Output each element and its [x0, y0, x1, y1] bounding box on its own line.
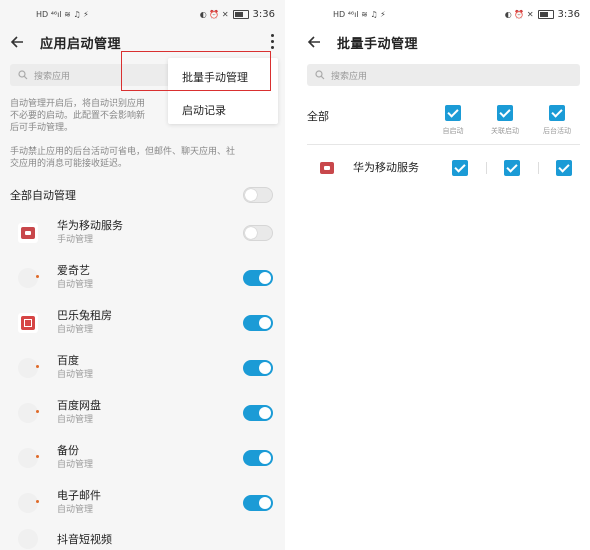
col-associated-start[interactable]: 关联启动 — [479, 105, 531, 136]
list-item[interactable]: 华为移动服务 手动管理 — [0, 210, 285, 255]
app-toggle[interactable] — [243, 314, 273, 331]
search-placeholder: 搜索应用 — [34, 71, 71, 82]
app-name: 百度 — [57, 353, 79, 367]
col-background[interactable]: 后台活动 — [531, 105, 583, 136]
signal-icons: HD ⁴⁶ıl ≋ ♫ ⚡ — [36, 9, 89, 19]
separator — [538, 162, 539, 174]
status-bar: HD ⁴⁶ıl ≋ ♫ ⚡ ◐ ⏰ ✕ 3:36 — [297, 0, 590, 28]
app-name: 抖音短视频 — [57, 533, 112, 546]
search-placeholder: 搜索应用 — [331, 71, 368, 82]
app-toggle[interactable] — [243, 404, 273, 421]
app-status: 自动管理 — [57, 324, 94, 335]
list-item[interactable]: 百度网盘 自动管理 — [0, 390, 285, 435]
status-right-icons: ◐ ⏰ ✕ — [199, 9, 229, 19]
col-label: 关联启动 — [491, 127, 519, 135]
list-item[interactable]: 抖音短视频 — [0, 525, 285, 550]
app-name: 百度网盘 — [57, 398, 101, 412]
search-icon — [315, 70, 325, 80]
search-input[interactable]: 搜索应用 — [307, 64, 580, 86]
checkbox-all-autostart[interactable] — [445, 105, 461, 121]
app-status: 手动管理 — [57, 234, 94, 245]
title-bar: 批量手动管理 — [297, 28, 590, 56]
app-toggle[interactable] — [243, 224, 273, 241]
app-name: 华为移动服务 — [353, 161, 419, 174]
page-title: 批量手动管理 — [337, 36, 419, 52]
checkbox-autostart[interactable] — [452, 160, 468, 176]
separator — [486, 162, 487, 174]
battery-icon — [537, 9, 554, 19]
app-name: 爱奇艺 — [57, 263, 90, 277]
checkbox-associated[interactable] — [504, 160, 520, 176]
checkbox-background[interactable] — [556, 160, 572, 176]
app-toggle[interactable] — [243, 269, 273, 286]
status-time: 3:36 — [252, 8, 275, 20]
select-all-row: 全部 自启动 关联启动 后台活动 — [297, 96, 590, 136]
left-screen: HD ⁴⁶ıl ≋ ♫ ⚡ ◐ ⏰ ✕ 3:36 应用启动管理 搜索应用 自动管… — [0, 0, 285, 550]
app-name: 备份 — [57, 443, 79, 457]
app-icon — [18, 529, 38, 549]
app-toggle[interactable] — [243, 359, 273, 376]
list-item[interactable]: 巴乐兔租房 自动管理 — [0, 300, 285, 345]
battery-icon — [232, 9, 249, 19]
app-icon — [18, 312, 38, 333]
app-icon — [18, 357, 39, 378]
manual-manage-description: 手动禁止应用的后台活动可省电，但邮件、聊天应用、社 交应用的消息可能接收延迟。 — [10, 147, 236, 169]
select-all-label: 全部 — [307, 110, 329, 123]
list-item[interactable]: 备份 自动管理 — [0, 435, 285, 480]
all-auto-manage-toggle[interactable] — [243, 187, 273, 203]
table-row: 华为移动服务 — [297, 145, 590, 191]
back-arrow-icon[interactable] — [10, 35, 24, 49]
app-name: 电子邮件 — [57, 488, 101, 502]
huawei-mobile-services-icon — [18, 222, 38, 243]
list-item[interactable]: 爱奇艺 自动管理 — [0, 255, 285, 300]
app-status: 自动管理 — [57, 279, 94, 290]
app-icon — [18, 492, 39, 513]
app-name: 巴乐兔租房 — [57, 308, 112, 322]
list-item[interactable]: 电子邮件 自动管理 — [0, 480, 285, 525]
all-auto-manage-label: 全部自动管理 — [10, 189, 76, 202]
status-time: 3:36 — [557, 8, 580, 20]
page-title: 应用启动管理 — [40, 36, 122, 52]
all-auto-manage-row[interactable]: 全部自动管理 — [0, 184, 285, 206]
app-name: 华为移动服务 — [57, 218, 123, 232]
highlight-box — [121, 51, 271, 91]
status-bar: HD ⁴⁶ıl ≋ ♫ ⚡ ◐ ⏰ ✕ 3:36 — [0, 0, 285, 28]
menu-item-launch-records[interactable]: 启动记录 — [168, 93, 278, 126]
app-icon — [18, 402, 39, 423]
app-icon — [18, 267, 39, 288]
checkbox-all-associated[interactable] — [497, 105, 513, 121]
right-screen: HD ⁴⁶ıl ≋ ♫ ⚡ ◐ ⏰ ✕ 3:36 批量手动管理 搜索应用 全部 … — [297, 0, 590, 550]
more-menu-icon[interactable] — [269, 34, 275, 49]
app-icon — [18, 447, 39, 468]
back-arrow-icon[interactable] — [307, 35, 321, 49]
app-status: 自动管理 — [57, 369, 94, 380]
list-item[interactable]: 百度 自动管理 — [0, 345, 285, 390]
app-toggle[interactable] — [243, 449, 273, 466]
col-label: 自启动 — [442, 127, 464, 135]
col-autostart[interactable]: 自启动 — [427, 105, 479, 136]
search-icon — [18, 70, 28, 80]
app-list: 华为移动服务 手动管理 爱奇艺 自动管理 巴乐兔租房 自动管理 百度 自动管理 … — [0, 210, 285, 550]
app-status: 自动管理 — [57, 414, 94, 425]
app-status: 自动管理 — [57, 459, 94, 470]
signal-icons: HD ⁴⁶ıl ≋ ♫ ⚡ — [333, 9, 386, 19]
app-status: 自动管理 — [57, 504, 94, 515]
app-toggle[interactable] — [243, 494, 273, 511]
status-right-icons: ◐ ⏰ ✕ — [504, 9, 534, 19]
col-label: 后台活动 — [543, 127, 571, 135]
huawei-mobile-services-icon — [317, 158, 337, 178]
checkbox-all-background[interactable] — [549, 105, 565, 121]
